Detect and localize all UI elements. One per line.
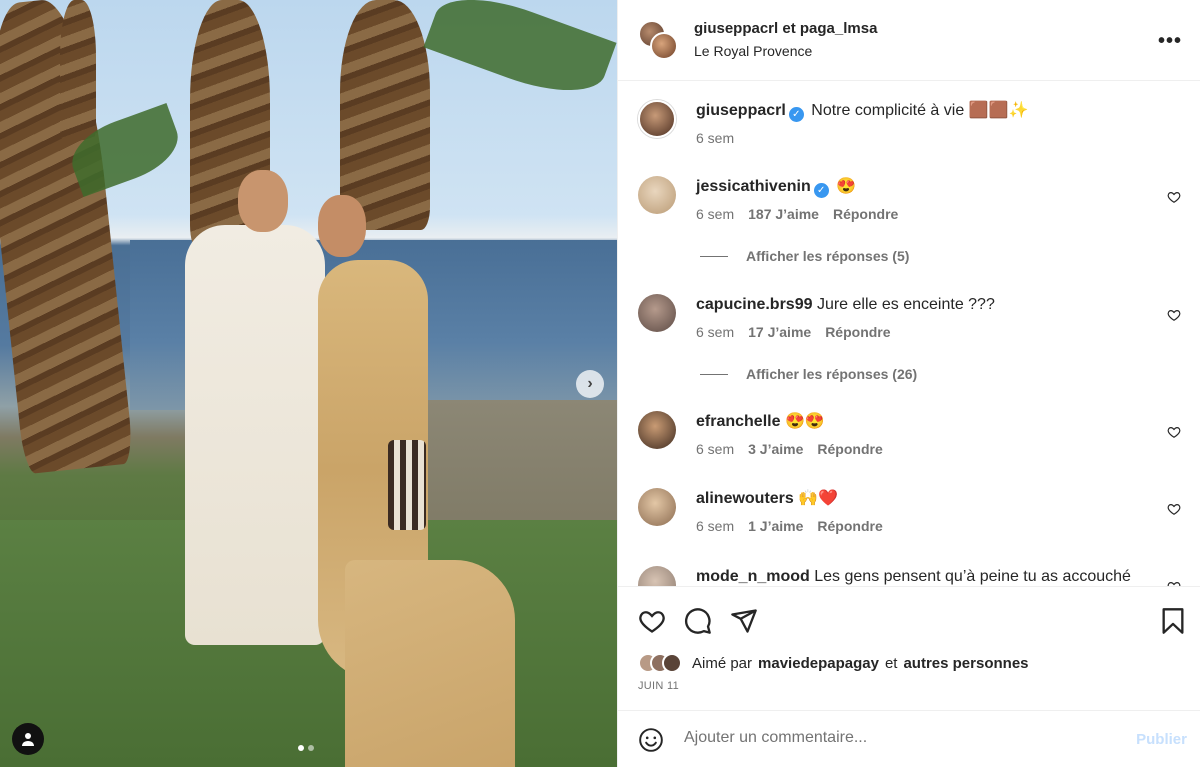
comment-username[interactable]: alinewouters	[696, 490, 794, 507]
man-head	[238, 170, 288, 232]
publish-button[interactable]: Publier	[1136, 731, 1187, 748]
verified-icon: ✓	[813, 183, 829, 198]
comment-likes[interactable]: 1 J’aime	[748, 518, 803, 534]
reply-button[interactable]: Répondre	[817, 441, 882, 457]
emoji-icon[interactable]	[638, 727, 664, 753]
verified-icon: ✓	[788, 107, 804, 122]
like-comment-icon[interactable]	[1167, 425, 1181, 439]
palm-frond	[423, 0, 617, 109]
user-icon	[22, 733, 34, 746]
like-comment-icon[interactable]	[1167, 190, 1181, 204]
bookmark-icon[interactable]	[1159, 607, 1187, 635]
comment-time[interactable]: 6 sem	[696, 206, 734, 222]
handbag	[388, 440, 426, 530]
man-figure	[185, 225, 325, 645]
post-actions: Aimé par maviedepapagay et autres person…	[618, 586, 1200, 710]
comment-text: 😍😍	[784, 413, 825, 430]
comment-input[interactable]	[684, 729, 1104, 747]
heart-icon[interactable]	[638, 607, 666, 635]
like-comment-icon[interactable]	[1167, 502, 1181, 516]
share-icon[interactable]	[730, 607, 758, 635]
woman-head	[318, 195, 366, 257]
post-date[interactable]: JUIN 11	[638, 680, 679, 692]
avatar[interactable]	[638, 488, 676, 526]
comment-likes[interactable]: 17 J’aime	[748, 324, 811, 340]
view-replies-label[interactable]: Afficher les réponses (26)	[746, 366, 917, 382]
avatar[interactable]	[638, 566, 676, 586]
comment-icon[interactable]	[684, 607, 712, 635]
comments-list[interactable]: giuseppacrl ✓ Notre complicité à vie 🟫🟫✨ …	[618, 82, 1200, 586]
reply-button[interactable]: Répondre	[817, 518, 882, 534]
replies-line	[700, 255, 728, 257]
comment-username[interactable]: jessicathivenin	[696, 178, 811, 195]
palm-trunk	[340, 0, 430, 230]
view-replies-button[interactable]: Afficher les réponses (5)	[700, 248, 909, 264]
likes-prefix: Aimé par	[692, 654, 753, 672]
view-replies-button[interactable]: Afficher les réponses (26)	[700, 366, 917, 382]
view-replies-label[interactable]: Afficher les réponses (5)	[746, 248, 909, 264]
comment-likes[interactable]: 3 J’aime	[748, 441, 803, 457]
carousel-dot-active	[298, 745, 304, 751]
palm-trunk	[60, 0, 96, 140]
post-photo[interactable]: ›	[0, 0, 617, 767]
comment-time[interactable]: 6 sem	[696, 324, 734, 340]
avatar[interactable]	[638, 294, 676, 332]
comment-username[interactable]: mode_n_mood	[696, 568, 810, 585]
likes-others[interactable]: autres personnes	[903, 655, 1028, 672]
comment-likes[interactable]: 187 J’aime	[748, 206, 819, 222]
like-comment-icon[interactable]	[1167, 308, 1181, 322]
post-authors[interactable]: giuseppacrl et paga_lmsa	[694, 20, 877, 37]
likes-connector: et	[884, 654, 898, 672]
chevron-right-icon: ›	[587, 375, 593, 392]
caption-time[interactable]: 6 sem	[696, 130, 734, 146]
comment-username[interactable]: efranchelle	[696, 413, 780, 430]
comment-time[interactable]: 6 sem	[696, 441, 734, 457]
reply-button[interactable]: Répondre	[825, 324, 890, 340]
woman-dress-train	[345, 560, 515, 767]
reply-button[interactable]: Répondre	[833, 206, 898, 222]
carousel-indicator	[298, 745, 314, 751]
replies-line	[700, 373, 728, 375]
caption-text: Notre complicité à vie 🟫🟫✨	[811, 102, 1029, 119]
post-header: giuseppacrl et paga_lmsa Le Royal Proven…	[618, 0, 1200, 81]
likes-summary[interactable]: Aimé par maviedepapagay et autres person…	[638, 653, 1029, 673]
comment-composer: Publier	[618, 710, 1200, 767]
next-photo-button[interactable]: ›	[576, 370, 604, 398]
post-location[interactable]: Le Royal Provence	[694, 43, 812, 59]
avatar	[662, 653, 682, 673]
comment-text: Jure elle es enceinte ???	[816, 296, 995, 313]
avatar[interactable]	[638, 411, 676, 449]
post-details-panel: giuseppacrl et paga_lmsa Le Royal Proven…	[617, 0, 1200, 767]
tagged-users-button[interactable]	[12, 723, 44, 755]
likes-user[interactable]: maviedepapagay	[758, 655, 879, 672]
avatar[interactable]	[638, 100, 676, 138]
comment-text: 🙌❤️	[798, 490, 839, 507]
more-options-icon[interactable]: •••	[1158, 30, 1182, 53]
comment-text: 😍	[836, 178, 857, 195]
collab-avatars[interactable]	[638, 20, 678, 60]
avatar[interactable]	[650, 32, 678, 60]
caption-username[interactable]: giuseppacrl	[696, 102, 786, 119]
avatar[interactable]	[638, 176, 676, 214]
comment-time[interactable]: 6 sem	[696, 518, 734, 534]
comment-username[interactable]: capucine.brs99	[696, 296, 813, 313]
liker-avatars	[638, 653, 682, 673]
carousel-dot	[308, 745, 314, 751]
comment-text: Les gens pensent qu’à peine tu as accouc…	[814, 568, 1131, 585]
